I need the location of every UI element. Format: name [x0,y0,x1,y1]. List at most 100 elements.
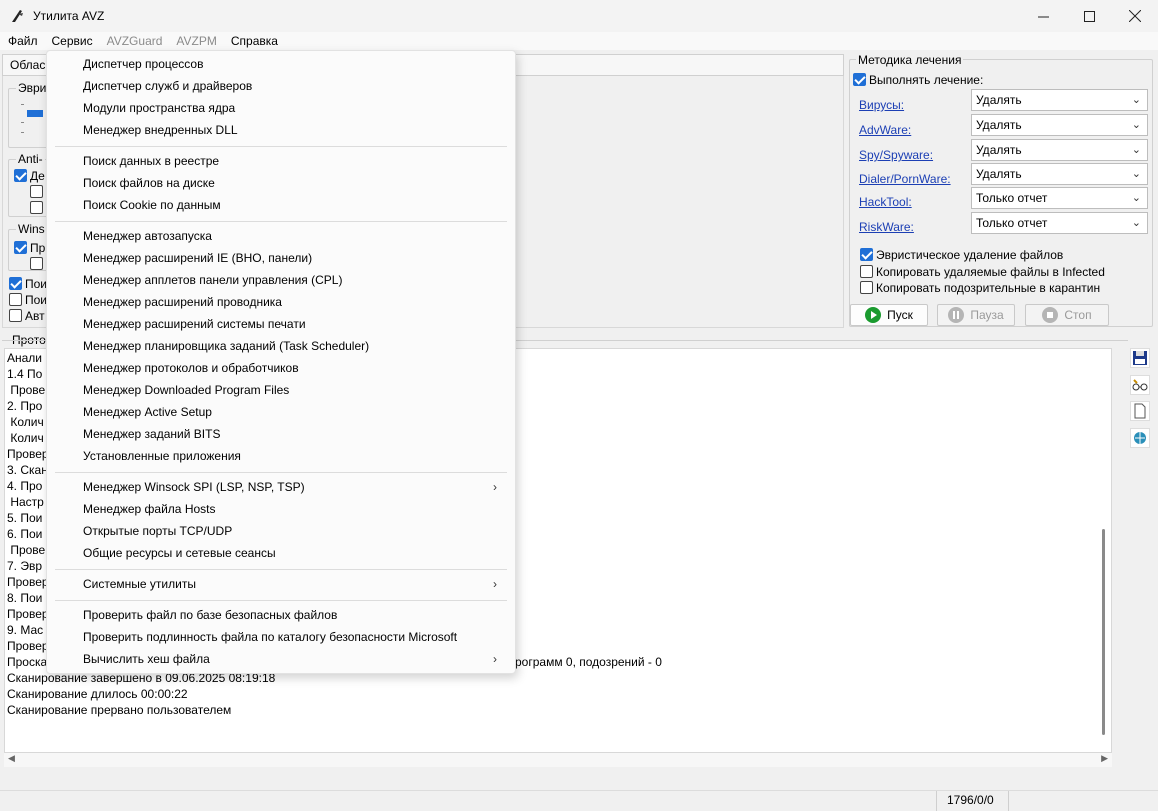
scroll-right-icon[interactable]: ▶ [1101,753,1108,764]
log-vertical-scrollbar[interactable] [1097,349,1111,752]
log-line: Провер [7,447,49,461]
option-label-2: Пои [25,293,48,307]
menu-item-hosts-manager[interactable]: Менеджер файла Hosts [83,498,216,520]
spyware-select[interactable]: Удалять ⌄ [971,139,1148,161]
menu-item-cookie-search[interactable]: Поиск Cookie по данным [83,194,221,216]
menu-item-system-utilities[interactable]: Системные утилиты [83,573,196,595]
menu-avzpm[interactable]: AVZPM [176,34,216,48]
menu-item-autorun-manager[interactable]: Менеджер автозапуска [83,225,212,247]
scroll-thumb[interactable] [1102,529,1105,735]
riskware-select[interactable]: Только отчет ⌄ [971,212,1148,234]
minimize-button[interactable] [1020,0,1066,32]
menu-item-ie-extensions[interactable]: Менеджер расширений IE (BHO, панели) [83,247,312,269]
service-menu-dropdown: Диспетчер процессов Диспетчер служб и др… [46,50,516,674]
dialer-select[interactable]: Удалять ⌄ [971,163,1148,185]
viruses-link[interactable]: Вирусы: [859,98,904,112]
save-log-button[interactable] [1130,348,1150,368]
scroll-left-icon[interactable]: ◀ [8,753,15,764]
log-line: Настр [7,495,44,509]
menu-item-shared-resources[interactable]: Общие ресурсы и сетевые сеансы [83,542,276,564]
chevron-down-icon: ⌄ [1131,217,1141,229]
log-line-tail: рограмм 0, подозрений - 0 [515,655,662,669]
heuristic-delete-checkbox[interactable] [860,248,873,261]
menu-item-protocols-handlers[interactable]: Менеджер протоколов и обработчиков [83,357,299,379]
log-line: Анали [7,351,43,365]
spyware-link[interactable]: Spy/Spyware: [859,148,933,162]
chevron-down-icon: ⌄ [1131,144,1141,156]
start-button[interactable]: Пуск [850,304,928,326]
menu-item-task-scheduler[interactable]: Менеджер планировщика заданий (Task Sche… [83,335,369,357]
advware-link[interactable]: AdvWare: [859,123,911,137]
advware-select[interactable]: Удалять ⌄ [971,114,1148,136]
menu-item-open-ports[interactable]: Открытые порты TCP/UDP [83,520,232,542]
status-bar: 1796/0/0 [0,790,1158,811]
perform-treatment-checkbox[interactable] [853,73,866,86]
anti-rootkit-sub-checkbox-1[interactable] [30,185,43,198]
menu-item-services-drivers[interactable]: Диспетчер служб и драйверов [83,75,252,97]
pause-button[interactable]: Пауза [937,304,1015,326]
menu-item-installed-apps[interactable]: Установленные приложения [83,445,241,467]
anti-rootkit-checkbox[interactable] [14,169,27,182]
menu-item-injected-dll[interactable]: Менеджер внедренных DLL [83,119,238,141]
heuristic-level-slider[interactable] [21,100,43,140]
menu-item-file-hash[interactable]: Вычислить хеш файла [83,648,210,670]
document-button[interactable] [1130,401,1150,421]
menu-item-check-safe-files[interactable]: Проверить файл по базе безопасных файлов [83,604,337,626]
option-label-3: Авт [25,309,45,323]
menu-item-registry-search[interactable]: Поиск данных в реестре [83,150,219,172]
log-line: 2. Про [7,399,43,413]
log-line: 9. Мас [7,623,44,637]
maximize-button[interactable] [1066,0,1112,32]
menu-item-file-search[interactable]: Поиск файлов на диске [83,172,215,194]
menu-file[interactable]: Файл [8,34,38,48]
minimize-icon [1037,16,1049,17]
menu-bar: Файл Сервис AVZGuard AVZPM Справка [0,32,1158,50]
option-checkbox-1[interactable] [9,277,22,290]
hacktool-link[interactable]: HackTool: [859,195,912,209]
menu-item-active-setup[interactable]: Менеджер Active Setup [83,401,212,423]
copy-suspicious-label: Копировать подозрительные в карантин [876,281,1101,295]
network-button[interactable] [1130,428,1150,448]
menu-item-bits-jobs[interactable]: Менеджер заданий BITS [83,423,220,445]
menu-help[interactable]: Справка [231,34,278,48]
chevron-down-icon: ⌄ [1131,168,1141,180]
menu-item-process-manager[interactable]: Диспетчер процессов [83,53,203,75]
close-button[interactable] [1112,0,1158,32]
copy-deleted-checkbox[interactable] [860,265,873,278]
log-horizontal-scrollbar[interactable]: ◀ ▶ [4,753,1112,767]
viruses-select[interactable]: Удалять ⌄ [971,89,1148,111]
winsock-sub-checkbox[interactable] [30,257,43,270]
winsock-checkbox[interactable] [14,241,27,254]
menu-item-kernel-modules[interactable]: Модули пространства ядра [83,97,235,119]
option-checkbox-3[interactable] [9,309,22,322]
scan-area-label: Облас [10,58,46,72]
menu-item-downloaded-program-files[interactable]: Менеджер Downloaded Program Files [83,379,289,401]
menu-item-winsock-spi[interactable]: Менеджер Winsock SPI (LSP, NSP, TSP) [83,476,305,498]
play-icon [865,307,882,323]
menu-item-cpl-applets[interactable]: Менеджер апплетов панели управления (CPL… [83,269,342,291]
glasses-button[interactable] [1130,375,1150,395]
anti-rootkit-title: Anti- [16,152,45,166]
log-line: 5. Пои [7,511,43,525]
stop-button[interactable]: Стоп [1025,304,1109,326]
hacktool-select[interactable]: Только отчет ⌄ [971,187,1148,209]
copy-suspicious-checkbox[interactable] [860,281,873,294]
dialer-link[interactable]: Dialer/PornWare: [859,172,951,186]
menu-avzguard[interactable]: AVZGuard [107,34,163,48]
anti-rootkit-sub-checkbox-2[interactable] [30,201,43,214]
menu-item-explorer-extensions[interactable]: Менеджер расширений проводника [83,291,282,313]
menu-separator [55,472,507,473]
glasses-icon [1132,379,1148,391]
menu-item-print-extensions[interactable]: Менеджер расширений системы печати [83,313,306,335]
option-checkbox-2[interactable] [9,293,22,306]
chevron-down-icon: ⌄ [1131,192,1141,204]
menu-service[interactable]: Сервис [52,34,93,48]
status-counter: 1796/0/0 [947,793,994,807]
log-line: 8. Пои [7,591,43,605]
menu-item-check-ms-catalog[interactable]: Проверить подлинность файла по каталогу … [83,626,457,648]
winsock-title: Wins [16,222,47,236]
stop-button-label: Стоп [1064,308,1092,322]
log-line: 3. Скан [7,463,48,477]
riskware-link[interactable]: RiskWare: [859,220,914,234]
avz-app-icon [12,10,23,22]
